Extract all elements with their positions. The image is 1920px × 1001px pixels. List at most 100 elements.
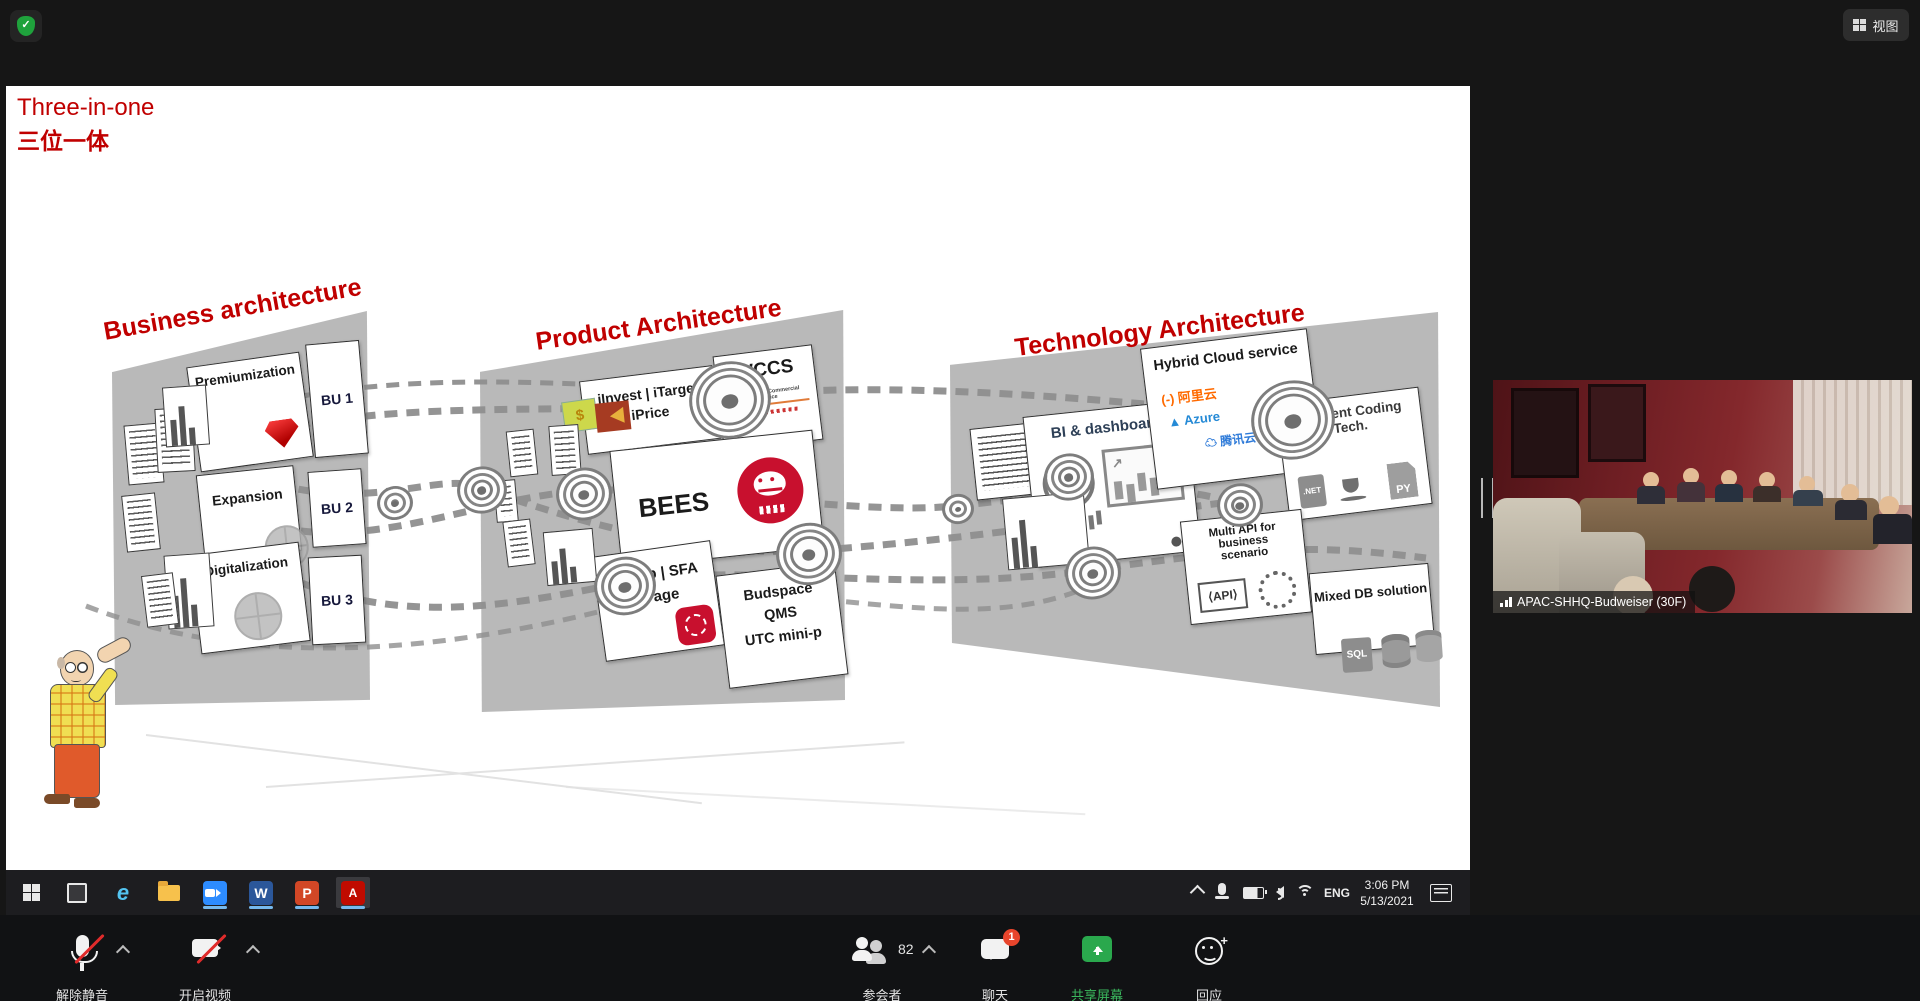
participants-icon <box>856 937 868 949</box>
view-button-label: 视图 <box>1872 16 1898 35</box>
tray-battery-icon[interactable] <box>1243 887 1264 899</box>
cartoon-head <box>60 650 94 686</box>
database-cylinder-icon <box>1415 629 1443 663</box>
meeting-room-video[interactable]: APAC-SHHQ-Budweiser (30F) <box>1493 380 1912 613</box>
participant-torso <box>1835 500 1867 520</box>
video-participant-label: APAC-SHHQ-Budweiser (30F) <box>1493 591 1695 613</box>
participants-button[interactable]: 82 参会者 <box>822 927 942 1001</box>
action-center-icon[interactable] <box>1430 884 1452 902</box>
card-bu2: BU 2 <box>307 468 366 548</box>
wall-frame <box>1588 384 1646 462</box>
powerpoint-icon: P <box>295 881 319 905</box>
horn-icon <box>595 400 632 432</box>
cartoon-shoe <box>44 794 70 804</box>
tray-date: 5/13/2021 <box>1356 893 1418 909</box>
participant-torso <box>1873 514 1912 544</box>
participant-torso <box>1753 486 1781 502</box>
card-bu3: BU 3 <box>308 555 367 646</box>
participants-caret[interactable] <box>922 945 936 959</box>
internet-explorer-icon: e <box>117 882 129 904</box>
chat-button[interactable]: 1 聊天 <box>960 927 1030 1001</box>
tray-speaker-icon[interactable] <box>1270 886 1284 898</box>
reactions-plus: + <box>1220 933 1228 948</box>
document-icon <box>506 429 539 478</box>
participant-head <box>1879 496 1899 516</box>
windows-taskbar: e W P A ENG 3:06 PM 5/13/2021 <box>6 870 1470 915</box>
tencent-cloud-logo: ☁ 腾讯云 <box>1204 428 1257 451</box>
meeting-security-button[interactable]: ✓ <box>10 10 42 42</box>
java-icon <box>1337 471 1368 504</box>
taskbar-item-ie[interactable]: e <box>106 877 140 908</box>
reactions-button[interactable]: + 回应 <box>1176 927 1242 1001</box>
python-file-icon: PY <box>1386 461 1418 500</box>
participants-count: 82 <box>898 941 914 957</box>
document-icon <box>141 572 179 628</box>
dotnet-icon: .NET <box>1297 474 1327 509</box>
smiley-icon <box>1195 937 1223 965</box>
word-icon: W <box>249 881 273 905</box>
meeting-controls-bar: 解除静音 开启视频 82 参会者 1 聊天 共享屏幕 + 回应 <box>0 915 1920 1001</box>
task-view-button[interactable] <box>60 877 94 908</box>
api-box-icon: ⟨API⟩ <box>1197 578 1248 613</box>
cartoon-presenter <box>34 648 144 818</box>
card-bu1: BU 1 <box>305 340 369 458</box>
document-icon <box>502 518 535 567</box>
gear-icon <box>232 589 285 642</box>
gem-icon <box>264 417 302 449</box>
card-multi-api: Multi API for business scenario ⟨API⟩ <box>1180 509 1312 625</box>
bee-icon <box>752 470 786 497</box>
chart-icon <box>543 528 598 586</box>
share-screen-button[interactable]: 共享屏幕 <box>1054 927 1140 1001</box>
camera-options-caret[interactable] <box>246 945 260 959</box>
taskbar-item-acrobat[interactable]: A <box>336 877 370 908</box>
mic-options-caret[interactable] <box>116 945 130 959</box>
tray-time: 3:06 PM <box>1356 877 1418 893</box>
participant-torso <box>1637 486 1665 504</box>
chat-badge: 1 <box>1003 929 1020 946</box>
gear-icon <box>1257 569 1299 611</box>
participants-icon-2 <box>870 940 882 952</box>
task-view-icon <box>67 883 87 903</box>
unmute-button[interactable]: 解除静音 <box>22 927 142 1001</box>
card-budspace: Budspace QMS UTC mini-p <box>716 561 849 689</box>
tray-wifi-icon[interactable] <box>1296 885 1314 898</box>
database-cylinder-icon <box>1381 633 1411 669</box>
document-icon <box>121 492 161 552</box>
sql-db-icon: SQL <box>1341 637 1373 673</box>
taskbar-item-explorer[interactable] <box>152 877 186 908</box>
share-screen-icon <box>1082 936 1112 962</box>
aliyun-logo: (-) 阿里云 <box>1160 383 1218 409</box>
epage-app-icon <box>674 604 717 647</box>
windows-logo-icon <box>23 884 40 901</box>
cartoon-shoe <box>74 798 100 808</box>
foreground-person-head <box>1689 566 1735 612</box>
zoom-meeting-window: ✓ 视图 Three-in-one 三位一体 Business architec… <box>0 0 1920 1001</box>
view-grid-icon <box>1853 19 1866 31</box>
tray-mic-icon[interactable] <box>1218 883 1226 895</box>
tray-clock[interactable]: 3:06 PM 5/13/2021 <box>1356 877 1418 909</box>
bees-logo <box>734 454 807 527</box>
wall-frame <box>1511 388 1579 478</box>
view-button[interactable]: 视图 <box>1843 9 1909 41</box>
tray-language[interactable]: ENG <box>1324 886 1350 900</box>
zoom-camera-icon <box>203 881 227 905</box>
security-shield-icon: ✓ <box>17 16 35 36</box>
cartoon-pants <box>54 744 100 798</box>
taskbar-item-powerpoint[interactable]: P <box>290 877 324 908</box>
participant-torso <box>1793 490 1823 506</box>
participant-torso <box>1715 484 1743 502</box>
taskbar-item-zoom[interactable] <box>198 877 232 908</box>
people-icons <box>1171 536 1182 547</box>
audio-signal-icon <box>1500 597 1512 607</box>
acrobat-icon: A <box>341 881 365 905</box>
shared-screen-slide: Three-in-one 三位一体 Business architecture … <box>6 86 1470 870</box>
start-video-button[interactable]: 开启视频 <box>140 927 270 1001</box>
start-button[interactable] <box>14 877 48 908</box>
participant-torso <box>1677 482 1705 502</box>
azure-logo: ▲ Azure <box>1167 409 1221 430</box>
taskbar-item-word[interactable]: W <box>244 877 278 908</box>
tray-expand-chevron[interactable] <box>1192 887 1203 898</box>
chart-icon <box>162 385 210 448</box>
bees-cn-text-decor <box>759 504 786 515</box>
file-explorer-icon <box>158 885 180 901</box>
